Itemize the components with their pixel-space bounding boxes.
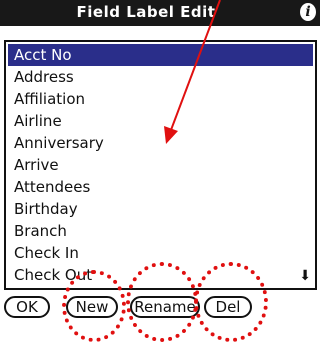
info-icon[interactable]: i [300,3,316,21]
ok-button[interactable]: OK [4,296,50,318]
new-button[interactable]: New [66,296,118,318]
list-item[interactable]: Check Out [8,264,313,286]
list-item[interactable]: Anniversary [8,132,313,154]
del-button[interactable]: Del [204,296,252,318]
list-item[interactable]: Airline [8,110,313,132]
list-item[interactable]: Branch [8,220,313,242]
list-item[interactable]: Attendees [8,176,313,198]
list-item[interactable]: Address [8,66,313,88]
scroll-down-arrow-icon[interactable]: ⬇ [299,268,311,284]
list-item[interactable]: Arrive [8,154,313,176]
rename-button[interactable]: Rename [130,296,200,318]
list-item[interactable]: Acct No [8,44,313,66]
list-item[interactable]: Birthday [8,198,313,220]
list-item[interactable]: Affiliation [8,88,313,110]
window-title: Field Label Edit [76,3,216,21]
field-label-list[interactable]: Acct No Address Affiliation Airline Anni… [4,40,317,290]
title-bar: Field Label Edit i [0,0,320,26]
list-item[interactable]: Check In [8,242,313,264]
